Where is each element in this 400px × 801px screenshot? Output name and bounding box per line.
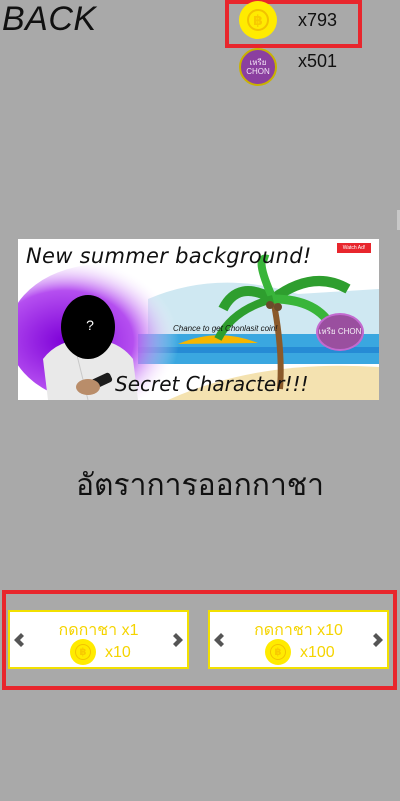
event-banner[interactable]: New summer background! Watch Ad! ? Chanc… (18, 239, 379, 400)
mystery-mark: ? (86, 317, 94, 333)
baht-coin-icon: ฿ (265, 639, 291, 665)
gacha-x1-cost: x10 (105, 644, 131, 661)
chon-coin-count: x501 (298, 51, 338, 71)
chon-coin-icon: เหรีย CHON (316, 313, 364, 351)
gacha-rates-title[interactable]: อัตราการออกกาชา (0, 462, 400, 509)
banner-secret-text: Secret Character!!! (115, 372, 309, 396)
gacha-x1-button[interactable]: กดกาชา x1 ฿ x10 (8, 610, 189, 669)
banner-headline: New summer background! (26, 244, 312, 268)
gold-coin-count: x793 (298, 10, 338, 30)
baht-symbol: ฿ (270, 644, 286, 660)
baht-symbol: ฿ (75, 644, 91, 660)
diamond-arrow-right-icon (373, 633, 383, 647)
baht-coin-icon: ฿ (70, 639, 96, 665)
banner-coin-label: เหรีย CHON (318, 327, 362, 336)
chon-coin-label: เหรีย CHON (246, 58, 270, 76)
gacha-x10-label: กดกาชา x10 (254, 622, 343, 639)
diamond-arrow-right-icon (173, 633, 183, 647)
baht-coin-icon: ฿ (239, 1, 277, 39)
gacha-x10-cost: x100 (300, 644, 335, 661)
gacha-x10-button[interactable]: กดกาชา x10 ฿ x100 (208, 610, 389, 669)
baht-symbol: ฿ (247, 9, 269, 31)
watch-ad-tag[interactable]: Watch Ad! (337, 243, 371, 253)
banner-subtext: Chance to get Chonlasit coin! (173, 324, 278, 333)
back-button[interactable]: BACK (2, 0, 97, 39)
chon-coin-icon: เหรีย CHON (239, 48, 277, 86)
gacha-x1-label: กดกาชา x1 (58, 622, 139, 639)
